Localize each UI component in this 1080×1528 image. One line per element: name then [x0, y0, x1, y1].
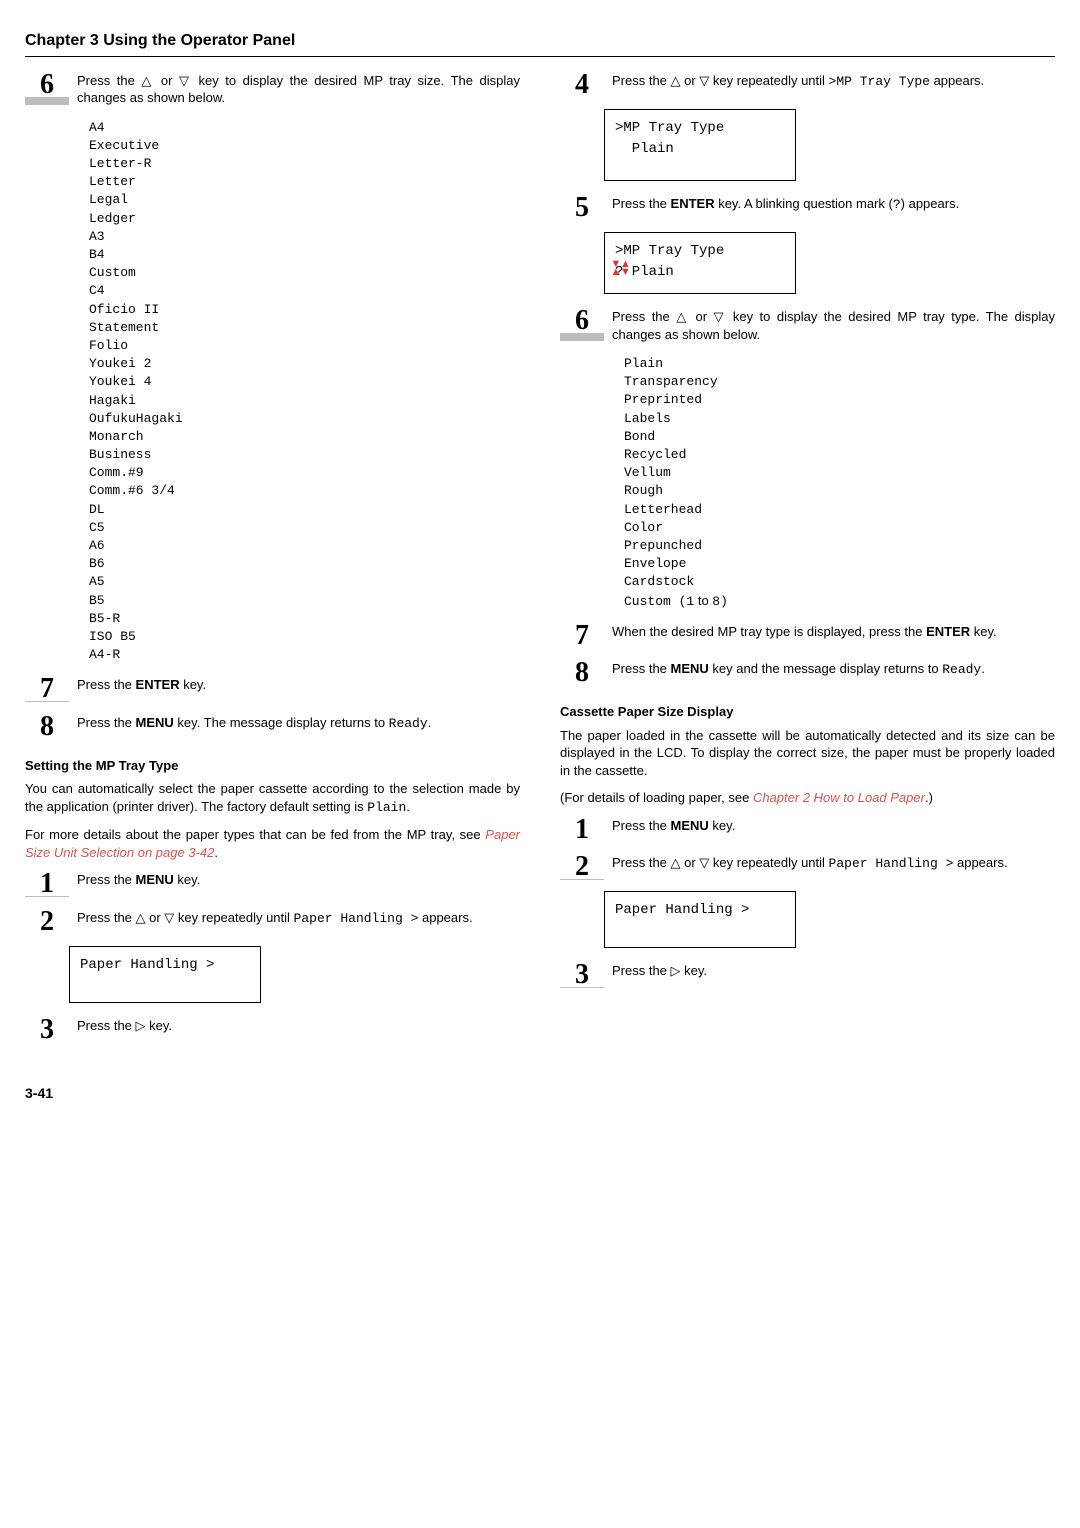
step-number-8r: 8 [560, 660, 604, 685]
step-number-1: 1 [25, 871, 69, 896]
type-list: Plain Transparency Preprinted Labels Bon… [624, 355, 1055, 611]
step-number-3: 3 [25, 1017, 69, 1042]
lcd-mp-tray-plain: >MP Tray Type Plain [604, 109, 796, 181]
lcd-paper-handling-right: Paper Handling > [604, 891, 796, 948]
left-column: 6 Press the △ or ▽ key to display the de… [25, 72, 520, 1054]
right-step6: Press the △ or ▽ key to display the desi… [604, 308, 1055, 343]
right-step4: Press the △ or ▽ key repeatedly until >M… [604, 72, 1055, 97]
right-column: 4 Press the △ or ▽ key repeatedly until … [560, 72, 1055, 1054]
right-step1: Press the MENU key. [604, 817, 1055, 842]
left-step2: Press the △ or ▽ key repeatedly until Pa… [69, 909, 520, 934]
step8-text: Press the MENU key. The message display … [69, 714, 520, 739]
para-more-details: For more details about the paper types t… [25, 826, 520, 861]
lcd-paper-handling-left: Paper Handling > [69, 946, 261, 1003]
right-step8: Press the MENU key and the message displ… [604, 660, 1055, 685]
para-mp-tray: You can automatically select the paper c… [25, 780, 520, 816]
step7-text: Press the ENTER key. [69, 676, 520, 701]
para-cassette-1: The paper loaded in the cassette will be… [560, 727, 1055, 780]
lcd-mp-tray-blink: >MP Tray Type ? Plain ▾▴▴▾ [604, 232, 796, 294]
blink-cursor-icon: ▾▴▴▾ [611, 260, 630, 276]
step-number-5: 5 [560, 195, 604, 220]
left-step3: Press the ▷ key. [69, 1017, 520, 1042]
right-step2: Press the △ or ▽ key repeatedly until Pa… [604, 854, 1055, 879]
subhead-mp-tray-type: Setting the MP Tray Type [25, 757, 520, 775]
step6-text: Press the △ or ▽ key to display the desi… [69, 72, 520, 107]
right-step3: Press the ▷ key. [604, 962, 1055, 987]
step-number-6: 6 [25, 72, 69, 107]
chapter-title: Chapter 3 Using the Operator Panel [25, 30, 1055, 57]
step-number-6r: 6 [560, 308, 604, 343]
left-step1: Press the MENU key. [69, 871, 520, 896]
step-number-1r: 1 [560, 817, 604, 842]
step-number-2r: 2 [560, 854, 604, 879]
right-step7: When the desired MP tray type is display… [604, 623, 1055, 648]
para-cassette-2: (For details of loading paper, see Chapt… [560, 789, 1055, 807]
size-list: A4 Executive Letter-R Letter Legal Ledge… [89, 119, 520, 665]
step-number-7: 7 [25, 676, 69, 701]
step-number-8: 8 [25, 714, 69, 739]
step-number-4: 4 [560, 72, 604, 97]
step-number-3r: 3 [560, 962, 604, 987]
right-step5: Press the ENTER key. A blinking question… [604, 195, 1055, 220]
step-number-7r: 7 [560, 623, 604, 648]
step-number-2: 2 [25, 909, 69, 934]
subhead-cassette: Cassette Paper Size Display [560, 703, 1055, 721]
link-how-to-load-paper[interactable]: Chapter 2 How to Load Paper [753, 790, 925, 805]
page-number: 3-41 [25, 1084, 1055, 1103]
